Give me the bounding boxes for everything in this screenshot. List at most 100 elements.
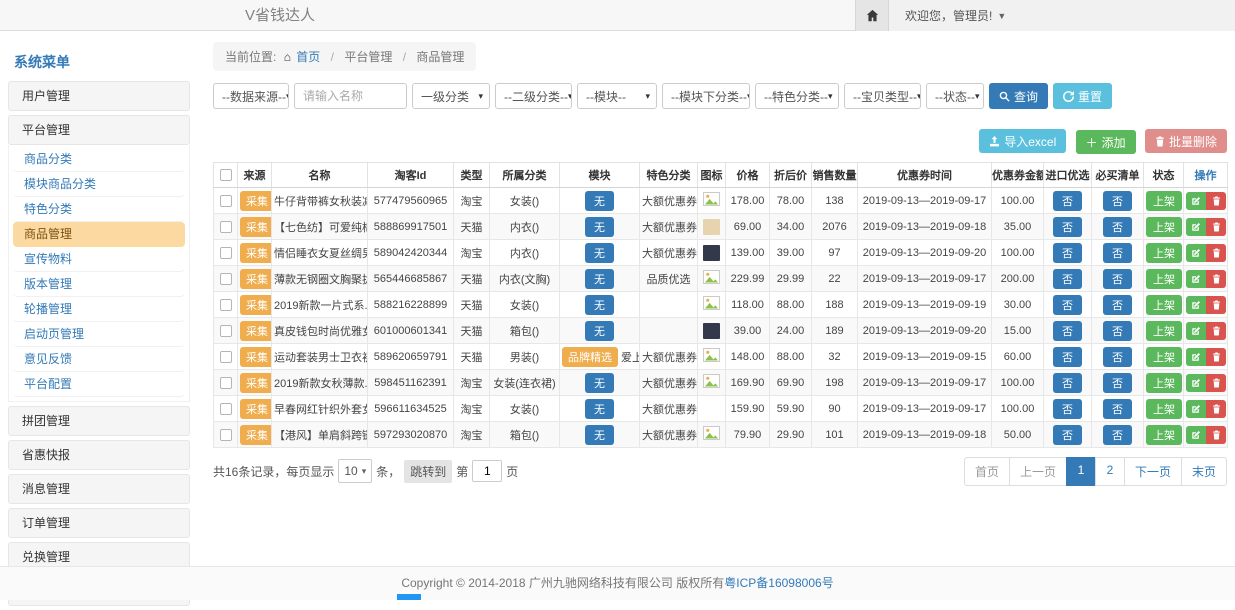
edit-button[interactable] xyxy=(1186,426,1206,444)
reset-button[interactable]: 重置 xyxy=(1053,83,1112,109)
must-buy-toggle[interactable]: 否 xyxy=(1103,269,1132,289)
level1-category-select[interactable]: 一级分类▾ xyxy=(412,83,490,109)
sidebar-group-省惠快报[interactable]: 省惠快报 xyxy=(8,440,190,470)
row-checkbox[interactable] xyxy=(220,351,232,363)
home-button[interactable] xyxy=(855,0,889,31)
module-none-badge[interactable]: 无 xyxy=(585,243,614,263)
jump-button[interactable]: 跳转到 xyxy=(404,460,452,483)
row-checkbox[interactable] xyxy=(220,377,232,389)
edit-button[interactable] xyxy=(1186,348,1206,366)
row-checkbox[interactable] xyxy=(220,195,232,207)
status-button[interactable]: 上架 xyxy=(1146,321,1182,341)
import-select-toggle[interactable]: 否 xyxy=(1053,347,1082,367)
status-button[interactable]: 上架 xyxy=(1146,191,1182,211)
must-buy-toggle[interactable]: 否 xyxy=(1103,399,1132,419)
data-source-select[interactable]: --数据来源--▾ xyxy=(213,83,289,109)
module-none-badge[interactable]: 无 xyxy=(585,399,614,419)
per-page-select[interactable]: 10 ▾ xyxy=(338,459,372,483)
must-buy-toggle[interactable]: 否 xyxy=(1103,191,1132,211)
delete-button[interactable] xyxy=(1206,348,1226,366)
delete-button[interactable] xyxy=(1206,400,1226,418)
row-checkbox[interactable] xyxy=(220,273,232,285)
import-select-toggle[interactable]: 否 xyxy=(1053,269,1082,289)
import-select-toggle[interactable]: 否 xyxy=(1053,399,1082,419)
module-none-badge[interactable]: 无 xyxy=(585,191,614,211)
must-buy-toggle[interactable]: 否 xyxy=(1103,373,1132,393)
must-buy-toggle[interactable]: 否 xyxy=(1103,295,1132,315)
search-button[interactable]: 查询 xyxy=(989,83,1048,109)
item-type-select[interactable]: --宝贝类型--▾ xyxy=(844,83,921,109)
page-button-首页[interactable]: 首页 xyxy=(964,457,1010,486)
sidebar-item-特色分类[interactable]: 特色分类 xyxy=(13,197,185,222)
edit-button[interactable] xyxy=(1186,244,1206,262)
sidebar-item-模块商品分类[interactable]: 模块商品分类 xyxy=(13,172,185,197)
module-none-badge[interactable]: 无 xyxy=(585,269,614,289)
page-button-下一页[interactable]: 下一页 xyxy=(1124,457,1182,486)
page-button-末页[interactable]: 末页 xyxy=(1181,457,1227,486)
sidebar-item-平台配置[interactable]: 平台配置 xyxy=(13,372,185,397)
sidebar-group-平台管理[interactable]: 平台管理 xyxy=(8,115,190,145)
edit-button[interactable] xyxy=(1186,270,1206,288)
module-none-badge[interactable]: 无 xyxy=(585,425,614,445)
select-all-checkbox[interactable] xyxy=(220,169,232,181)
status-select[interactable]: --状态--▾ xyxy=(926,83,984,109)
row-checkbox[interactable] xyxy=(220,247,232,259)
sidebar-group-消息管理[interactable]: 消息管理 xyxy=(8,474,190,504)
page-button-上一页[interactable]: 上一页 xyxy=(1009,457,1067,486)
row-checkbox[interactable] xyxy=(220,403,232,415)
delete-button[interactable] xyxy=(1206,374,1226,392)
must-buy-toggle[interactable]: 否 xyxy=(1103,425,1132,445)
delete-button[interactable] xyxy=(1206,192,1226,210)
add-button[interactable]: ＋ 添加 xyxy=(1076,130,1136,154)
import-select-toggle[interactable]: 否 xyxy=(1053,295,1082,315)
row-checkbox[interactable] xyxy=(220,299,232,311)
feature-category-select[interactable]: --特色分类--▾ xyxy=(755,83,839,109)
delete-button[interactable] xyxy=(1206,244,1226,262)
breadcrumb-home-link[interactable]: 首页 xyxy=(296,50,320,64)
delete-button[interactable] xyxy=(1206,296,1226,314)
import-select-toggle[interactable]: 否 xyxy=(1053,321,1082,341)
delete-button[interactable] xyxy=(1206,270,1226,288)
status-button[interactable]: 上架 xyxy=(1146,425,1182,445)
import-select-toggle[interactable]: 否 xyxy=(1053,373,1082,393)
must-buy-toggle[interactable]: 否 xyxy=(1103,217,1132,237)
status-button[interactable]: 上架 xyxy=(1146,399,1182,419)
sidebar-item-商品分类[interactable]: 商品分类 xyxy=(13,147,185,172)
module-none-badge[interactable]: 无 xyxy=(585,373,614,393)
module-none-badge[interactable]: 无 xyxy=(585,321,614,341)
import-select-toggle[interactable]: 否 xyxy=(1053,191,1082,211)
delete-button[interactable] xyxy=(1206,322,1226,340)
sidebar-group-拼团管理[interactable]: 拼团管理 xyxy=(8,406,190,436)
sidebar-item-轮播管理[interactable]: 轮播管理 xyxy=(13,297,185,322)
module-select[interactable]: --模块--▾ xyxy=(577,83,657,109)
sidebar-item-宣传物料[interactable]: 宣传物料 xyxy=(13,247,185,272)
row-checkbox[interactable] xyxy=(220,429,232,441)
delete-button[interactable] xyxy=(1206,218,1226,236)
import-select-toggle[interactable]: 否 xyxy=(1053,243,1082,263)
status-button[interactable]: 上架 xyxy=(1146,347,1182,367)
module-none-badge[interactable]: 无 xyxy=(585,217,614,237)
delete-button[interactable] xyxy=(1206,426,1226,444)
status-button[interactable]: 上架 xyxy=(1146,295,1182,315)
sidebar-group-订单管理[interactable]: 订单管理 xyxy=(8,508,190,538)
module-subcategory-select[interactable]: --模块下分类--▾ xyxy=(662,83,750,109)
sidebar-group-用户管理[interactable]: 用户管理 xyxy=(8,81,190,111)
page-button-2[interactable]: 2 xyxy=(1095,457,1125,486)
must-buy-toggle[interactable]: 否 xyxy=(1103,321,1132,341)
status-button[interactable]: 上架 xyxy=(1146,373,1182,393)
status-button[interactable]: 上架 xyxy=(1146,269,1182,289)
must-buy-toggle[interactable]: 否 xyxy=(1103,347,1132,367)
edit-button[interactable] xyxy=(1186,400,1206,418)
import-select-toggle[interactable]: 否 xyxy=(1053,217,1082,237)
row-checkbox[interactable] xyxy=(220,325,232,337)
user-menu[interactable]: 欢迎您，管理员! ▼ xyxy=(889,0,1006,31)
status-button[interactable]: 上架 xyxy=(1146,217,1182,237)
edit-button[interactable] xyxy=(1186,296,1206,314)
must-buy-toggle[interactable]: 否 xyxy=(1103,243,1132,263)
import-select-toggle[interactable]: 否 xyxy=(1053,425,1082,445)
name-search-input[interactable] xyxy=(294,83,407,109)
sidebar-item-商品管理[interactable]: 商品管理 xyxy=(13,222,185,247)
edit-button[interactable] xyxy=(1186,192,1206,210)
batch-delete-button[interactable]: 批量删除 xyxy=(1145,129,1227,153)
edit-button[interactable] xyxy=(1186,374,1206,392)
